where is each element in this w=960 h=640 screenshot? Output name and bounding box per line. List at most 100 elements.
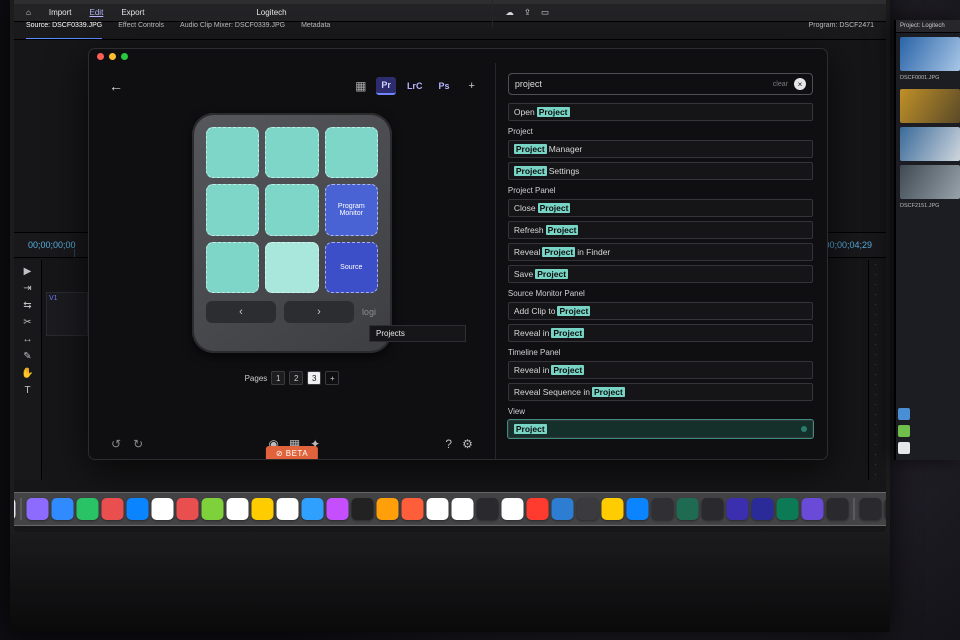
- app-chip-ps[interactable]: Ps: [433, 78, 454, 94]
- macos-dock[interactable]: [14, 492, 886, 526]
- clear-search-icon[interactable]: ×: [794, 78, 806, 90]
- bin-thumbnail[interactable]: [900, 165, 960, 199]
- dock-app-2[interactable]: [52, 498, 74, 520]
- dock-app-3[interactable]: [77, 498, 99, 520]
- type-tool-icon[interactable]: T: [24, 385, 30, 396]
- back-button[interactable]: ←: [109, 78, 123, 94]
- dock-app-26[interactable]: [652, 498, 674, 520]
- window-titlebar[interactable]: [89, 49, 827, 63]
- undo-icon[interactable]: ↺: [111, 437, 121, 451]
- page-3[interactable]: 3: [307, 371, 321, 385]
- dock-app-31[interactable]: [777, 498, 799, 520]
- keypad-key-5[interactable]: [265, 184, 318, 235]
- hand-tool-icon[interactable]: ✋: [21, 368, 33, 379]
- dock-app-28[interactable]: [702, 498, 724, 520]
- share-icon[interactable]: ⇪: [524, 7, 531, 18]
- razor-tool-icon[interactable]: ✂: [23, 317, 31, 328]
- command-item[interactable]: Open Project: [508, 103, 813, 121]
- dock-app-1[interactable]: [27, 498, 49, 520]
- dock-app-25[interactable]: [627, 498, 649, 520]
- ps-tool-icon[interactable]: [898, 408, 910, 420]
- dock-app-24[interactable]: [602, 498, 624, 520]
- command-item[interactable]: Save Project: [508, 265, 813, 283]
- dock-app-7[interactable]: [177, 498, 199, 520]
- project-panel-header[interactable]: Project: Logitech: [896, 20, 960, 33]
- dock-app-17[interactable]: [427, 498, 449, 520]
- dock-app-21[interactable]: [527, 498, 549, 520]
- workspace-icon[interactable]: ▭: [541, 7, 549, 18]
- video-track-header[interactable]: V1: [46, 292, 88, 336]
- app-chip-pr[interactable]: Pr: [376, 77, 396, 95]
- dock-app-5[interactable]: [127, 498, 149, 520]
- add-app-button[interactable]: +: [468, 80, 474, 92]
- selection-tool-icon[interactable]: ▶: [24, 266, 32, 277]
- minimize-traffic-light[interactable]: [109, 53, 116, 60]
- cloud-sync-icon[interactable]: ☁: [505, 7, 514, 18]
- close-traffic-light[interactable]: [97, 53, 104, 60]
- dock-app-12[interactable]: [302, 498, 324, 520]
- dock-app-11[interactable]: [277, 498, 299, 520]
- page-1[interactable]: 1: [271, 371, 285, 385]
- dock-app-33[interactable]: [827, 498, 849, 520]
- page-2[interactable]: 2: [289, 371, 303, 385]
- command-item[interactable]: Reveal Project in Finder: [508, 243, 813, 261]
- keypad-key-4[interactable]: [206, 184, 259, 235]
- command-item[interactable]: Project: [508, 420, 813, 438]
- slip-tool-icon[interactable]: ↔: [23, 334, 33, 345]
- page-prev-button[interactable]: ‹: [206, 301, 276, 323]
- bin-thumbnail[interactable]: [900, 37, 960, 71]
- nav-import[interactable]: Import: [49, 8, 72, 17]
- ps-tool-icon-3[interactable]: [898, 442, 910, 454]
- dock-app-0[interactable]: [14, 498, 16, 520]
- dock-app-22[interactable]: [552, 498, 574, 520]
- search-input[interactable]: [515, 79, 767, 89]
- settings-gear-icon[interactable]: ⚙: [462, 437, 473, 451]
- nav-export[interactable]: Export: [121, 8, 144, 17]
- layout-grid-icon[interactable]: ▦: [355, 79, 366, 93]
- command-item[interactable]: Reveal Sequence in Project: [508, 383, 813, 401]
- bin-thumbnail[interactable]: [900, 89, 960, 123]
- tab-effect-controls[interactable]: Effect Controls: [118, 22, 164, 39]
- dock-app-4[interactable]: [102, 498, 124, 520]
- keypad-key-1[interactable]: [206, 127, 259, 178]
- clear-search-link[interactable]: clear: [773, 81, 788, 88]
- command-item[interactable]: Project Settings: [508, 162, 813, 180]
- command-item[interactable]: Close Project: [508, 199, 813, 217]
- command-item[interactable]: Refresh Project: [508, 221, 813, 239]
- dock-app-13[interactable]: [327, 498, 349, 520]
- dock-app-34[interactable]: [860, 498, 882, 520]
- dock-app-14[interactable]: [352, 498, 374, 520]
- zoom-traffic-light[interactable]: [121, 53, 128, 60]
- dock-app-10[interactable]: [252, 498, 274, 520]
- tab-program[interactable]: Program: DSCF2471: [809, 22, 874, 39]
- help-icon[interactable]: ?: [445, 437, 452, 451]
- dock-app-23[interactable]: [577, 498, 599, 520]
- dock-app-27[interactable]: [677, 498, 699, 520]
- dock-app-18[interactable]: [452, 498, 474, 520]
- dock-app-20[interactable]: [502, 498, 524, 520]
- dock-app-19[interactable]: [477, 498, 499, 520]
- page-next-button[interactable]: ›: [284, 301, 354, 323]
- dock-app-16[interactable]: [402, 498, 424, 520]
- dock-app-30[interactable]: [752, 498, 774, 520]
- app-chip-lrc[interactable]: LrC: [402, 78, 428, 94]
- redo-icon[interactable]: ↻: [133, 437, 143, 451]
- keypad-key-8[interactable]: [265, 242, 318, 293]
- tab-source[interactable]: Source: DSCF0339.JPG: [26, 22, 102, 39]
- tab-metadata[interactable]: Metadata: [301, 22, 330, 39]
- dock-app-35[interactable]: [885, 498, 887, 520]
- bin-thumbnail[interactable]: [900, 127, 960, 161]
- dock-app-6[interactable]: [152, 498, 174, 520]
- add-page-button[interactable]: +: [325, 371, 339, 385]
- dock-app-29[interactable]: [727, 498, 749, 520]
- command-item[interactable]: Add Clip to Project: [508, 302, 813, 320]
- keypad-key-6[interactable]: Program Monitor: [325, 184, 378, 235]
- keypad-key-9[interactable]: Source: [325, 242, 378, 293]
- home-icon[interactable]: ⌂: [26, 8, 31, 17]
- command-item[interactable]: Reveal in Project: [508, 361, 813, 379]
- command-item[interactable]: Reveal in Project: [508, 324, 813, 342]
- ps-tool-icon-2[interactable]: [898, 425, 910, 437]
- pen-tool-icon[interactable]: ✎: [23, 351, 31, 362]
- keypad-key-7[interactable]: [206, 242, 259, 293]
- keypad-key-2[interactable]: [265, 127, 318, 178]
